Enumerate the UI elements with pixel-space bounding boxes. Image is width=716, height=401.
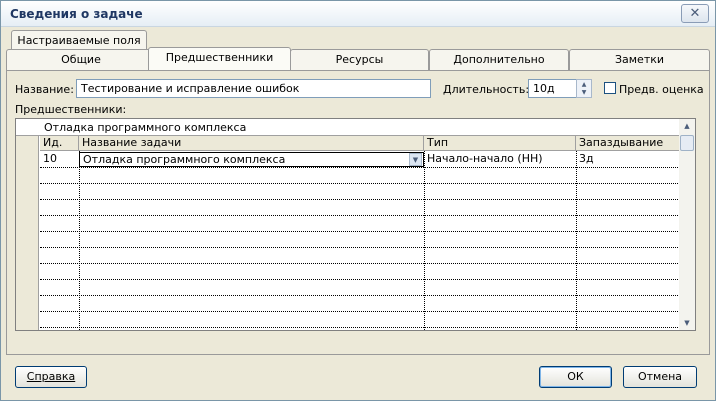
- tab-label: Заметки: [614, 53, 665, 66]
- title-bar: Сведения о задаче ✕: [1, 1, 715, 27]
- close-icon: ✕: [689, 6, 701, 21]
- column-header-name[interactable]: Название задачи: [79, 136, 424, 151]
- row-header-column: [16, 136, 39, 330]
- cancel-button[interactable]: Отмена: [623, 366, 697, 388]
- column-divider: [424, 151, 425, 330]
- row-divider: [40, 247, 680, 248]
- tab-label: Общие: [61, 53, 101, 66]
- tab-label: Предшественники: [165, 51, 274, 64]
- dialog-title: Сведения о задаче: [10, 7, 143, 21]
- tab-strip: Общие Предшественники Ресурсы Дополнител…: [6, 47, 710, 70]
- estimate-checkbox[interactable]: [604, 82, 616, 94]
- task-info-dialog: Сведения о задаче ✕ Настраиваемые поля О…: [0, 0, 716, 401]
- row-divider: [40, 263, 680, 264]
- scroll-thumb[interactable]: [680, 135, 694, 151]
- estimate-label: Предв. оценка: [619, 83, 704, 96]
- column-header-id[interactable]: Ид.: [40, 136, 79, 151]
- cell-id[interactable]: 10: [40, 152, 79, 167]
- cell-task-name-text: Отладка программного комплекса: [83, 153, 286, 166]
- name-input[interactable]: Тестирование и исправление ошибок: [76, 79, 431, 98]
- row-divider: [40, 215, 680, 216]
- scroll-up-icon[interactable]: ▲: [679, 119, 695, 133]
- predecessors-label: Предшественники:: [15, 103, 127, 116]
- cancel-button-label: Отмена: [637, 370, 683, 383]
- tab-resources[interactable]: Ресурсы: [290, 49, 429, 70]
- row-divider: [40, 295, 680, 296]
- row-divider: [40, 183, 680, 184]
- tab-predecessors[interactable]: Предшественники: [148, 47, 291, 70]
- column-header-lag[interactable]: Запаздывание: [576, 136, 680, 151]
- column-header-type[interactable]: Тип: [424, 136, 576, 151]
- row-divider: [40, 327, 680, 328]
- column-divider: [576, 151, 577, 330]
- tab-label: Дополнительно: [453, 53, 545, 66]
- row-divider: [40, 231, 680, 232]
- duration-spinner[interactable]: ▲ ▼: [576, 79, 592, 98]
- tab-label: Настраиваемые поля: [17, 34, 141, 47]
- tab-label: Ресурсы: [335, 53, 384, 66]
- ok-button-label: ОК: [567, 370, 584, 383]
- cell-edit-bar[interactable]: Отладка программного комплекса: [16, 119, 680, 136]
- spin-up-icon[interactable]: ▲: [577, 80, 591, 88]
- help-button[interactable]: Справка: [15, 366, 87, 388]
- duration-input[interactable]: 10д: [528, 79, 578, 98]
- cell-task-name[interactable]: Отладка программного комплекса: [79, 152, 424, 167]
- name-label: Название:: [15, 83, 74, 96]
- help-button-label: Справка: [26, 370, 76, 383]
- column-divider: [79, 151, 80, 330]
- row-divider: [40, 279, 680, 280]
- predecessors-table[interactable]: Отладка программного комплекса Ид. Назва…: [15, 118, 696, 331]
- spin-down-icon[interactable]: ▼: [577, 88, 591, 96]
- row-divider: [40, 199, 680, 200]
- chevron-down-icon[interactable]: ▼: [409, 153, 422, 166]
- vertical-scrollbar[interactable]: ▲ ▼: [679, 119, 695, 330]
- edit-bar-value: Отладка программного комплекса: [44, 121, 247, 134]
- tab-notes[interactable]: Заметки: [569, 49, 710, 70]
- cell-lag[interactable]: 3д: [576, 152, 680, 167]
- tab-advanced[interactable]: Дополнительно: [429, 49, 569, 70]
- close-button[interactable]: ✕: [681, 4, 709, 23]
- duration-label: Длительность:: [443, 83, 530, 96]
- ok-button[interactable]: ОК: [539, 366, 612, 388]
- tab-general[interactable]: Общие: [6, 49, 156, 70]
- scroll-down-icon[interactable]: ▼: [679, 316, 695, 330]
- row-divider: [40, 167, 680, 168]
- cell-type[interactable]: Начало-начало (НН): [424, 152, 576, 167]
- row-divider: [40, 311, 680, 312]
- tab-custom-fields[interactable]: Настраиваемые поля: [11, 30, 147, 51]
